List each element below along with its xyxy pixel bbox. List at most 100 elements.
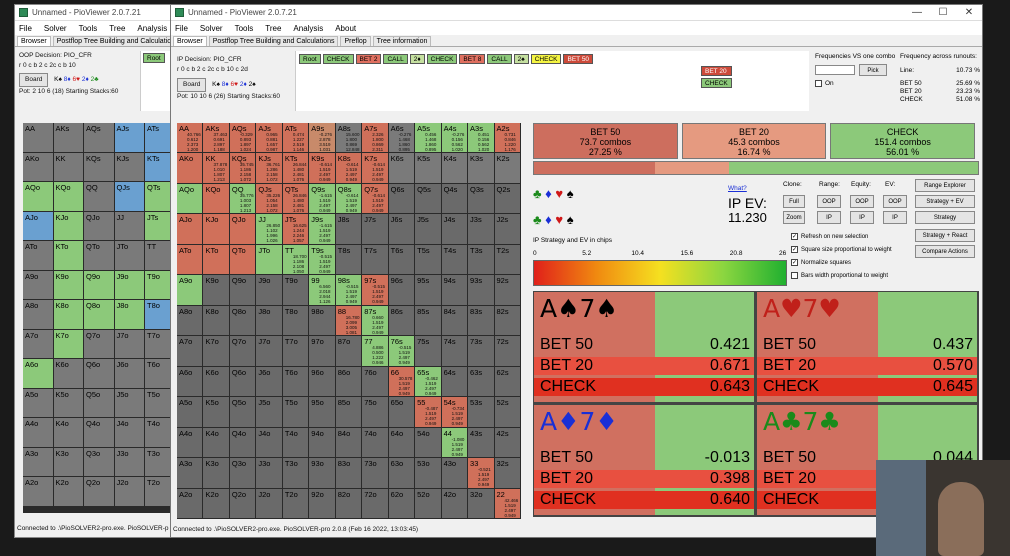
hand-cell-t9o[interactable]: T9o: [282, 275, 310, 306]
hand-cell-kqs[interactable]: KQs 35.745 1.186 2.158 1.072: [229, 153, 257, 184]
back-hand-cell-k8o[interactable]: K8o: [53, 300, 84, 330]
main-menu-analysis[interactable]: Analysis: [293, 24, 323, 33]
strategy-ev-button[interactable]: Strategy + EV: [915, 195, 975, 208]
back-hand-cell-a2o[interactable]: A2o: [23, 477, 54, 507]
nav-check-2[interactable]: CHECK: [426, 54, 458, 64]
hand-cell-97s[interactable]: 97s -0.515 1.519 2.497 0.949: [362, 275, 389, 306]
hand-cell-a5s[interactable]: A5s 0.456 1.468 1.860 0.895: [415, 123, 442, 154]
hand-cell-99[interactable]: 99 6.560 2.018 2.944 1.126: [309, 275, 336, 306]
hand-cell-j3o[interactable]: J3o: [256, 458, 283, 489]
nav-option-bet-50[interactable]: BET 50: [563, 54, 594, 64]
nav-bet-2[interactable]: BET 2: [355, 54, 382, 64]
combo-input[interactable]: [815, 65, 855, 75]
hand-cell-73s[interactable]: 73s: [468, 336, 495, 367]
hand-cell-aks[interactable]: AKs 37.463 0.691 2.897 1.188: [203, 123, 230, 154]
tab-tree-info[interactable]: Tree information: [372, 36, 432, 46]
strategy-box-bet-50[interactable]: BET 50 73.7 combos 27.25 %: [533, 123, 678, 159]
nav-option-bet-20[interactable]: BET 20: [701, 66, 732, 76]
back-hand-cell-q7o[interactable]: Q7o: [84, 329, 115, 359]
hand-cell-k3o[interactable]: K3o: [203, 458, 230, 489]
back-hand-cell-k9o[interactable]: K9o: [53, 270, 84, 300]
hand-cell-86o[interactable]: 86o: [335, 366, 363, 398]
hand-cell-t8o[interactable]: T8o: [282, 305, 310, 337]
hand-cell-ajs[interactable]: AJs 0.965 0.881 1.657 0.987: [256, 123, 283, 154]
strategy-react-button[interactable]: Strategy + React: [915, 229, 975, 242]
hand-cell-t7s[interactable]: T7s: [362, 244, 389, 276]
hand-cell-k9o[interactable]: K9o: [203, 275, 230, 306]
hand-cell-52o[interactable]: 52o: [415, 488, 442, 519]
back-hand-cell-aks[interactable]: AKs: [53, 123, 84, 153]
ev-oop-button[interactable]: OOP: [883, 195, 907, 208]
hand-cell-92o[interactable]: 92o: [309, 488, 336, 519]
pick-button[interactable]: Pick: [859, 64, 887, 76]
back-hand-cell-qq[interactable]: QQ: [84, 182, 115, 212]
back-hand-cell-aqo[interactable]: AQo: [23, 182, 54, 212]
hand-cell-j8o[interactable]: J8o: [256, 305, 283, 337]
hand-cell-55[interactable]: 55 -0.487 1.519 2.497 0.949: [415, 397, 442, 428]
hand-cell-85o[interactable]: 85o: [335, 397, 363, 428]
hand-cell-k9s[interactable]: K9s -0.614 1.519 2.497 0.949: [309, 153, 336, 184]
hand-cell-k2o[interactable]: K2o: [203, 488, 230, 519]
back-hand-cell-a5o[interactable]: A5o: [23, 388, 54, 418]
equity-oop-button[interactable]: OOP: [850, 195, 874, 208]
nav-bet-8[interactable]: BET 8: [459, 54, 486, 64]
hand-cell-k4o[interactable]: K4o: [203, 427, 230, 459]
hand-cell-54o[interactable]: 54o: [415, 427, 442, 459]
range-oop-button[interactable]: OOP: [817, 195, 841, 208]
tab-preflop[interactable]: Preflop: [340, 36, 371, 46]
hand-cell-q4o[interactable]: Q4o: [229, 427, 257, 459]
back-hand-cell-kto[interactable]: KTo: [53, 241, 84, 271]
zoom-button[interactable]: Zoom: [783, 211, 805, 224]
hand-cell-q6s[interactable]: Q6s: [388, 183, 416, 215]
back-hand-cell-kqs[interactable]: KQs: [84, 152, 115, 182]
on-checkbox[interactable]: [815, 80, 822, 87]
hand-cell-63o[interactable]: 63o: [388, 458, 416, 489]
hand-cell-65o[interactable]: 65o: [388, 397, 416, 428]
hand-cell-kqo[interactable]: KQo: [203, 183, 230, 215]
what-link[interactable]: What?: [728, 185, 747, 192]
hand-cell-86s[interactable]: 86s: [388, 305, 416, 337]
hand-cell-kts[interactable]: KTs 26.844 1.480 2.481 1.076: [282, 153, 310, 184]
cb-refresh[interactable]: ✓: [791, 232, 798, 240]
hand-cell-q5s[interactable]: Q5s: [415, 183, 442, 215]
hand-cell-j9o[interactable]: J9o: [256, 275, 283, 306]
back-hand-cell-jj[interactable]: JJ: [114, 211, 145, 241]
board-button[interactable]: Board: [177, 78, 207, 92]
hand-cell-k2s[interactable]: K2s: [494, 153, 521, 184]
back-menu-analysis[interactable]: Analysis: [137, 24, 167, 33]
back-board-button[interactable]: Board: [19, 73, 49, 87]
back-hand-cell-ajo[interactable]: AJo: [23, 211, 54, 241]
ev-ip-button[interactable]: IP: [883, 211, 907, 224]
hand-cell-qjo[interactable]: QJo: [229, 214, 257, 245]
back-hand-cell-k7o[interactable]: K7o: [53, 329, 84, 359]
hand-cell-kto[interactable]: KTo: [203, 244, 230, 276]
hand-cell-76s[interactable]: 76s -0.515 1.519 2.497 0.949: [388, 336, 416, 367]
hand-cell-k8s[interactable]: K8s -0.614 1.519 2.497 0.949: [335, 153, 363, 184]
hand-cell-q8o[interactable]: Q8o: [229, 305, 257, 337]
back-hand-cell-kqo[interactable]: KQo: [53, 182, 84, 212]
suit-combo-card[interactable]: A♥7♥ BET 50 0.437 BET 20 0.570 CHECK 0.645: [756, 291, 978, 403]
hand-cell-43s[interactable]: 43s: [468, 427, 495, 459]
minimize-icon[interactable]: —: [904, 5, 930, 21]
range-explorer-button[interactable]: Range Explorer: [915, 179, 975, 192]
nav-option-check[interactable]: CHECK: [701, 78, 732, 88]
hand-cell-98s[interactable]: 98s -0.515 1.519 2.497 0.949: [335, 275, 363, 306]
hand-cell-88[interactable]: 88 16.780 2.099 3.005 1.081: [335, 305, 363, 337]
nav-check-3[interactable]: CHECK: [530, 54, 562, 64]
hand-cell-kjs[interactable]: KJs 36.761 1.286 2.158 1.072: [256, 153, 283, 184]
hand-cell-64o[interactable]: 64o: [388, 427, 416, 459]
hand-cell-77[interactable]: 77 4.886 0.500 1.222 0.946: [362, 336, 389, 367]
hand-cell-97o[interactable]: 97o: [309, 336, 336, 367]
back-menu-file[interactable]: File: [19, 24, 32, 33]
hand-cell-j6o[interactable]: J6o: [256, 366, 283, 398]
back-hand-cell-a4o[interactable]: A4o: [23, 418, 54, 448]
club-icon[interactable]: ♣: [533, 186, 542, 201]
hand-cell-96o[interactable]: 96o: [309, 366, 336, 398]
back-hand-cell-ako[interactable]: AKo: [23, 152, 54, 182]
hand-cell-83o[interactable]: 83o: [335, 458, 363, 489]
nav-card-2d[interactable]: 2♦: [409, 54, 425, 64]
back-hand-cell-q6o[interactable]: Q6o: [84, 359, 115, 389]
suit-combo-card[interactable]: A♠7♠ BET 50 0.421 BET 20 0.671 CHECK 0.643: [533, 291, 755, 403]
back-hand-cell-j3o[interactable]: J3o: [114, 447, 145, 477]
hand-cell-76o[interactable]: 76o: [362, 366, 389, 398]
